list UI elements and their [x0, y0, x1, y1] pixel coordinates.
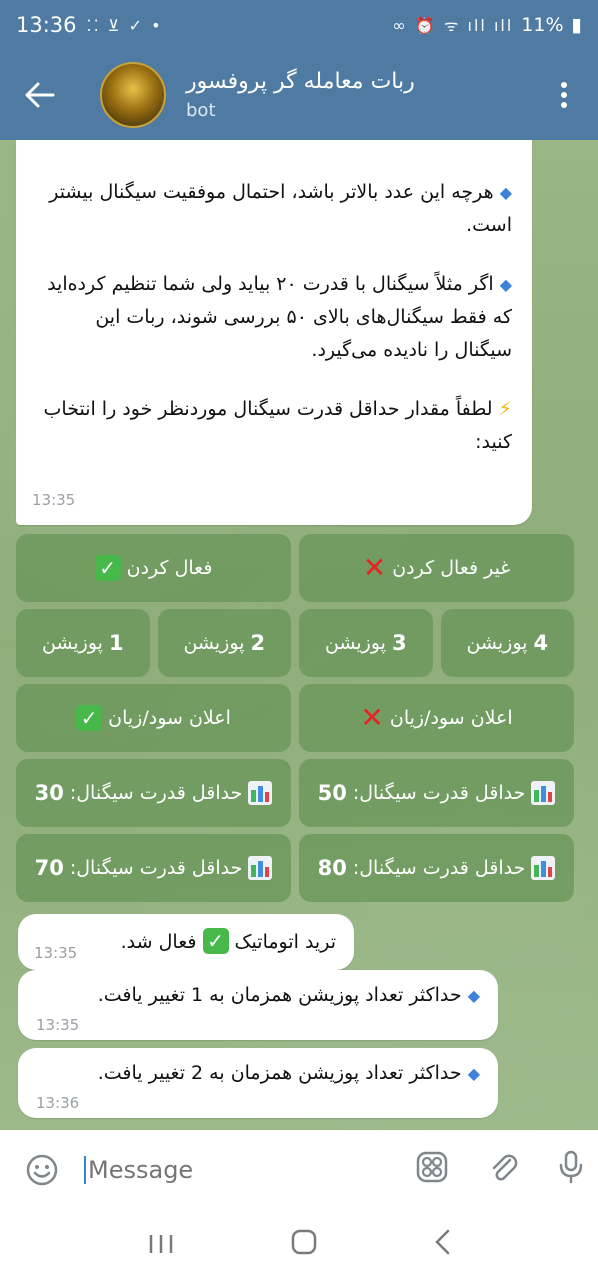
chart-icon [248, 856, 273, 880]
more-vert-icon [561, 82, 567, 108]
keyboard-row: حداقل قدرت سیگنال: 80 حداقل قدرت سیگنال: 7… [16, 834, 574, 902]
sticker-icon [416, 1151, 448, 1182]
recents-button[interactable] [148, 1229, 174, 1262]
chat-header: ربات معامله گر پروفسور bot [0, 50, 598, 140]
check-icon: ✓ [76, 705, 103, 731]
home-button[interactable] [291, 1229, 317, 1262]
diamond-icon: ◆ [467, 1064, 480, 1083]
message-text: اگر مثلاً سیگنال با قدرت ۲۰ بیاید ولی شم… [47, 273, 512, 361]
message-bubble: ◆ حداکثر تعداد پوزیشن همزمان به 1 تغییر … [18, 970, 498, 1040]
chart-icon [531, 856, 556, 880]
mic-icon [559, 1150, 583, 1183]
message-bubble: ◆ حداکثر تعداد پوزیشن همزمان به 2 تغییر … [18, 1048, 498, 1118]
back-nav-icon [434, 1229, 449, 1254]
system-nav-bar [0, 1210, 598, 1280]
min-signal-30-button[interactable]: حداقل قدرت سیگنال: 30 [16, 759, 291, 827]
message-text: هرچه این عدد بالاتر باشد، احتمال موفقیت … [49, 181, 512, 236]
diamond-icon: ◆ [467, 986, 480, 1005]
battery-icon: ▮ [571, 14, 582, 36]
disable-auto-trade-button[interactable]: غیر فعال کردن ✕ [299, 534, 574, 602]
composer [0, 1130, 598, 1210]
message-input[interactable] [84, 1156, 384, 1184]
back-button[interactable] [0, 50, 80, 140]
check-icon: ✓ [94, 555, 121, 581]
status-right-icons: ∞ ⏰ ᯤ ıll ıll [392, 16, 514, 35]
keyboard-row: 4 پوزیشن 3 پوزیشن 2 پوزیشن 1 پوزیشن [16, 609, 574, 677]
keyboard-row: اعلان سود/زیان ✕ اعلان سود/زیان ✓ [16, 684, 574, 752]
message-text: لطفاً مقدار حداقل قدرت سیگنال موردنظر خو… [43, 398, 512, 453]
emoji-button[interactable] [0, 1153, 84, 1187]
message-time: 13:35 [32, 491, 76, 509]
message-time: 13:36 [36, 1094, 80, 1112]
check-icon: ✓ [202, 928, 229, 954]
position-1-button[interactable]: 1 پوزیشن [16, 609, 150, 677]
chart-icon [248, 781, 273, 805]
position-2-button[interactable]: 2 پوزیشن [157, 609, 291, 677]
keyboard-row: حداقل قدرت سیگنال: 50 حداقل قدرت سیگنال: 3… [16, 759, 574, 827]
cross-icon: ✕ [362, 551, 387, 584]
attach-icon [492, 1154, 518, 1180]
attach-button[interactable] [488, 1150, 518, 1191]
home-icon [291, 1229, 317, 1254]
emoji-icon [26, 1154, 58, 1186]
header-info[interactable]: ربات معامله گر پروفسور bot [186, 69, 415, 121]
position-3-button[interactable]: 3 پوزیشن [299, 609, 433, 677]
status-bar: 13:36 ⁚⁚ ⊻ ✓ • ∞ ⏰ ᯤ ıll ıll 11% ▮ [0, 0, 598, 50]
status-left-icons: ⁚⁚ ⊻ ✓ • [86, 15, 163, 35]
pnl-notify-on-button[interactable]: اعلان سود/زیان ✓ [16, 684, 291, 752]
back-nav-button[interactable] [434, 1229, 450, 1262]
battery-level: 11% [521, 14, 564, 36]
keyboard-row: غیر فعال کردن ✕ فعال کردن ✓ [16, 534, 574, 602]
message-bubble: ◆ هرچه این عدد بالاتر باشد، احتمال موفقی… [16, 140, 532, 525]
status-time: 13:36 [16, 13, 77, 37]
min-signal-80-button[interactable]: حداقل قدرت سیگنال: 80 [299, 834, 574, 902]
more-menu-button[interactable] [544, 68, 584, 122]
back-arrow-icon [25, 82, 55, 108]
pnl-notify-off-button[interactable]: اعلان سود/زیان ✕ [299, 684, 574, 752]
message-time: 13:35 [36, 1016, 80, 1034]
diamond-icon: ◆ [499, 275, 512, 294]
cross-icon: ✕ [360, 701, 384, 734]
diamond-icon: ◆ [499, 183, 512, 202]
message-text: حداکثر تعداد پوزیشن همزمان به 1 تغییر یا… [97, 984, 462, 1006]
chat-title: ربات معامله گر پروفسور [186, 69, 415, 94]
position-4-button[interactable]: 4 پوزیشن [440, 609, 574, 677]
avatar[interactable] [100, 62, 166, 128]
min-signal-70-button[interactable]: حداقل قدرت سیگنال: 70 [16, 834, 291, 902]
message-bubble: ترید اتوماتیک ✓ فعال شد. 13:35 [18, 914, 354, 970]
message-time: 13:35 [34, 944, 78, 962]
enable-auto-trade-button[interactable]: فعال کردن ✓ [16, 534, 291, 602]
message-text: ترید اتوماتیک [234, 931, 336, 953]
min-signal-50-button[interactable]: حداقل قدرت سیگنال: 50 [299, 759, 574, 827]
recents-icon [150, 1234, 173, 1253]
message-text: فعال شد. [120, 931, 197, 953]
message-text: حداکثر تعداد پوزیشن همزمان به 2 تغییر یا… [97, 1062, 462, 1084]
chat-area[interactable]: ◆ هرچه این عدد بالاتر باشد، احتمال موفقی… [0, 140, 598, 1130]
mic-button[interactable] [558, 1150, 584, 1191]
sticker-button[interactable] [416, 1151, 448, 1190]
bolt-icon: ⚡ [498, 398, 512, 420]
chat-subtitle: bot [186, 100, 216, 121]
chart-icon [531, 781, 556, 805]
